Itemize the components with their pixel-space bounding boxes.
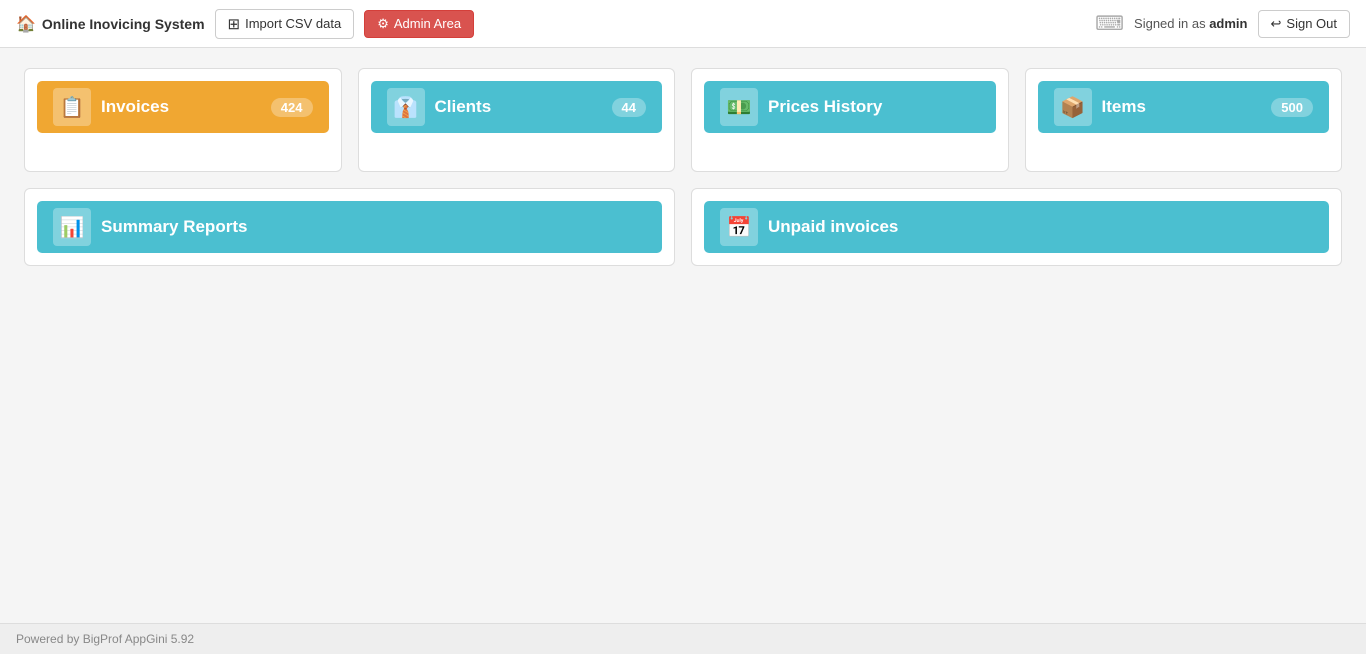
signed-in-text: Signed in as admin xyxy=(1134,16,1247,31)
import-csv-button[interactable]: Import CSV data xyxy=(215,9,355,39)
signout-icon xyxy=(1271,16,1282,32)
prices-history-button[interactable]: Prices History xyxy=(704,81,996,133)
clients-card: Clients 44 + xyxy=(358,68,676,172)
prices-history-label: Prices History xyxy=(768,97,980,117)
items-count: 500 xyxy=(1271,98,1313,117)
sign-out-button[interactable]: Sign Out xyxy=(1258,10,1351,38)
admin-area-button[interactable]: Admin Area xyxy=(364,10,474,38)
clients-label: Clients xyxy=(435,97,602,117)
box-icon-wrapper xyxy=(1054,88,1092,126)
clients-count: 44 xyxy=(612,98,646,117)
grid-icon xyxy=(228,15,241,33)
items-card: Items 500 + xyxy=(1025,68,1343,172)
report-icon-wrapper xyxy=(53,208,91,246)
signed-in-prefix: Signed in as xyxy=(1134,16,1209,31)
home-icon: 🏠 xyxy=(16,14,36,34)
clients-add-button[interactable]: + xyxy=(371,133,390,159)
footer-text: Powered by BigProf AppGini 5.92 xyxy=(16,632,194,646)
invoices-button[interactable]: Invoices 424 xyxy=(37,81,329,133)
admin-label: Admin Area xyxy=(394,16,461,31)
main-content: Invoices 424 + Clients 44 + Prices xyxy=(0,48,1366,623)
summary-reports-button[interactable]: Summary Reports xyxy=(37,201,662,253)
invoices-add-button[interactable]: + xyxy=(37,133,56,159)
clients-button[interactable]: Clients 44 xyxy=(371,81,663,133)
navbar-left: 🏠 Online Inovicing System Import CSV dat… xyxy=(16,9,474,39)
navbar: 🏠 Online Inovicing System Import CSV dat… xyxy=(0,0,1366,48)
invoices-label: Invoices xyxy=(101,97,261,117)
items-button[interactable]: Items 500 xyxy=(1038,81,1330,133)
unpaid-invoices-button[interactable]: Unpaid invoices xyxy=(704,201,1329,253)
items-add-button[interactable]: + xyxy=(1038,133,1057,159)
bottom-grid: Summary Reports Unpaid invoices xyxy=(24,188,1342,266)
brand-label: Online Inovicing System xyxy=(42,16,205,32)
footer: Powered by BigProf AppGini 5.92 xyxy=(0,623,1366,654)
summary-reports-card: Summary Reports xyxy=(24,188,675,266)
price-icon-wrapper xyxy=(720,88,758,126)
gear-icon xyxy=(377,16,389,32)
brand-link[interactable]: 🏠 Online Inovicing System xyxy=(16,14,205,34)
import-label: Import CSV data xyxy=(245,16,341,31)
prices-history-card: Prices History xyxy=(691,68,1009,172)
unpaid-icon xyxy=(727,215,752,240)
client-icon xyxy=(393,95,418,120)
invoice-icon-wrapper xyxy=(53,88,91,126)
navbar-right: Signed in as admin Sign Out xyxy=(1095,10,1350,38)
invoices-card: Invoices 424 + xyxy=(24,68,342,172)
signout-label: Sign Out xyxy=(1286,16,1337,31)
summary-reports-label: Summary Reports xyxy=(101,217,646,237)
top-grid: Invoices 424 + Clients 44 + Prices xyxy=(24,68,1342,172)
price-icon xyxy=(727,95,752,120)
unpaid-invoices-label: Unpaid invoices xyxy=(768,217,1313,237)
items-label: Items xyxy=(1102,97,1262,117)
keyboard-icon xyxy=(1095,11,1124,36)
client-icon-wrapper xyxy=(387,88,425,126)
box-icon xyxy=(1060,95,1085,120)
report-icon xyxy=(60,215,85,240)
signed-in-user: admin xyxy=(1209,16,1247,31)
invoices-count: 424 xyxy=(271,98,313,117)
unpaid-icon-wrapper xyxy=(720,208,758,246)
invoice-icon xyxy=(60,95,85,120)
unpaid-invoices-card: Unpaid invoices xyxy=(691,188,1342,266)
